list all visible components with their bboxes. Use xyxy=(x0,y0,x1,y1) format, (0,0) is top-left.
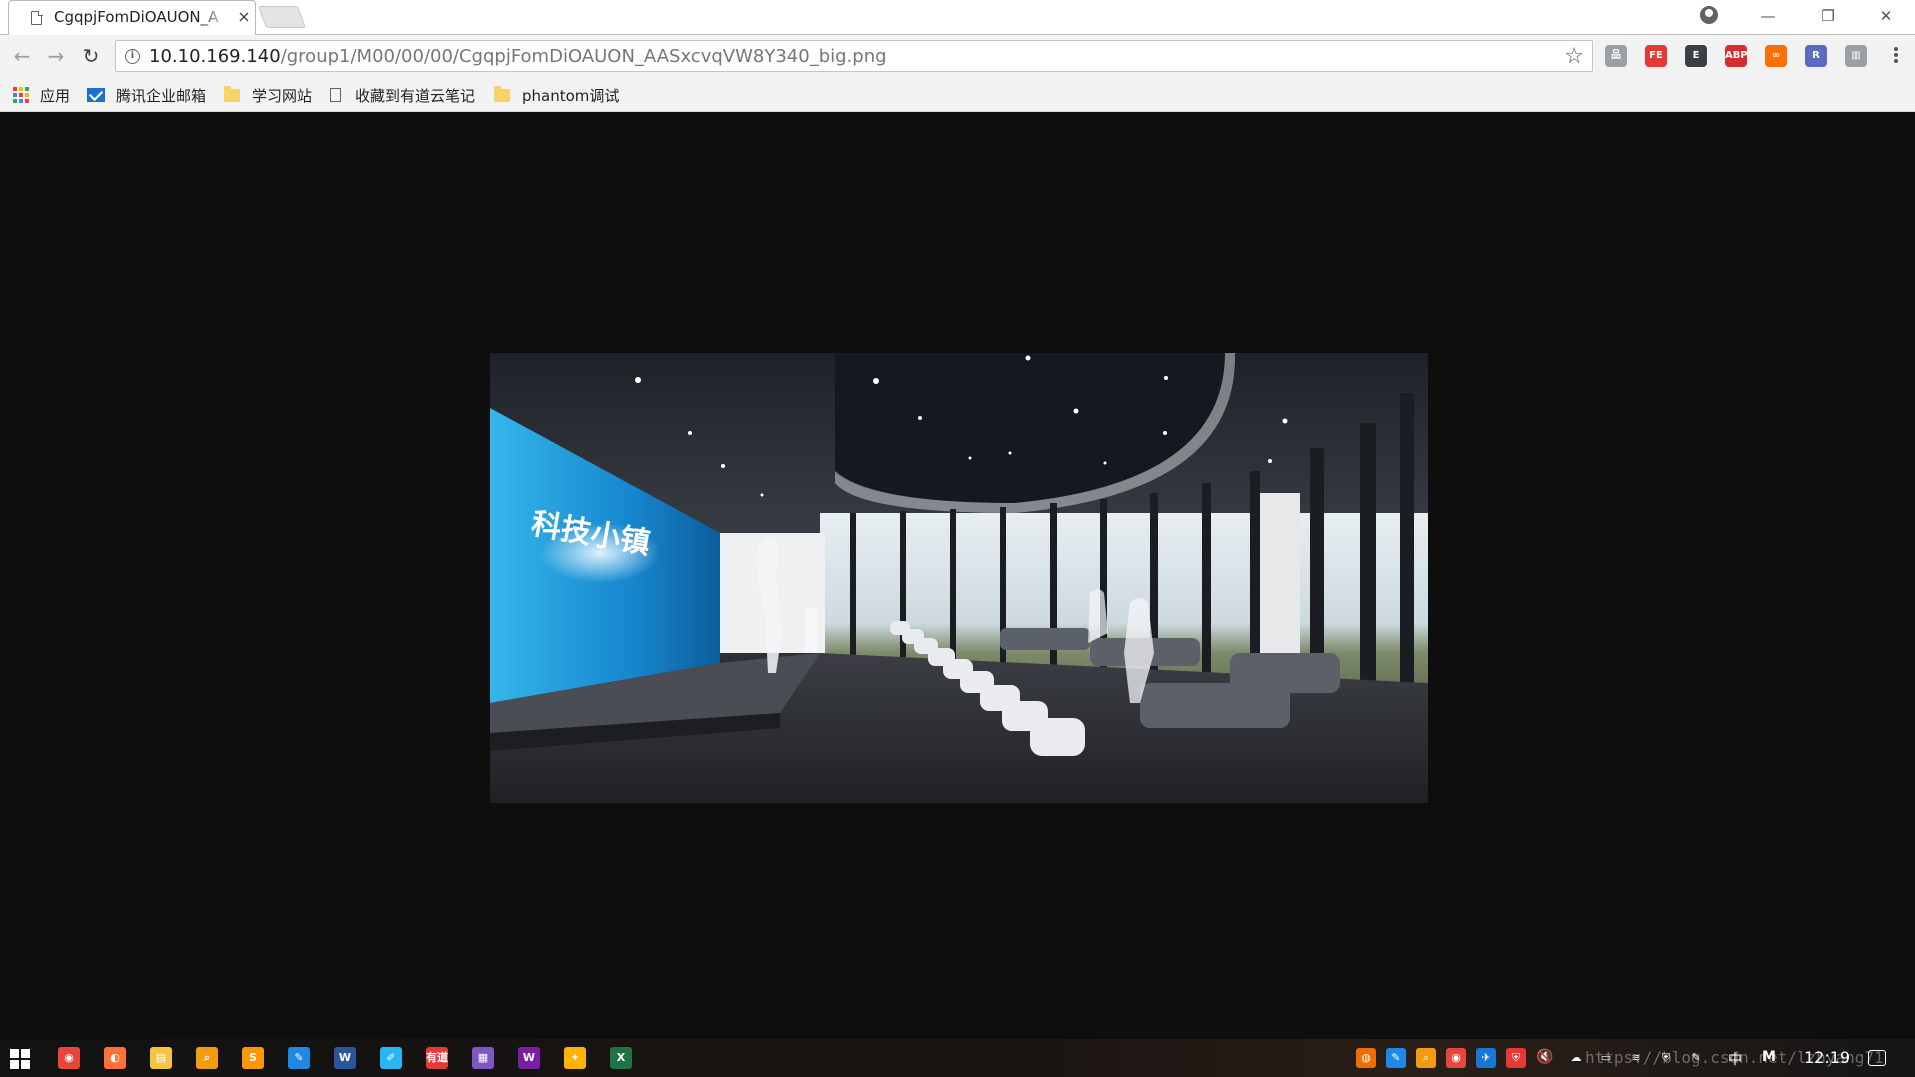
firefox-icon[interactable]: ◐ xyxy=(104,1047,126,1069)
mail-icon xyxy=(87,88,105,102)
sitemap-icon[interactable]: 品 xyxy=(1605,45,1627,67)
webstorm-icon[interactable]: W xyxy=(518,1047,540,1069)
address-bar[interactable]: i 10.10.169.140/group1/M00/00/00/CgqpjFo… xyxy=(115,40,1593,72)
tray-bird-icon[interactable]: ✈ xyxy=(1476,1048,1496,1068)
image-viewer: 科技小镇 xyxy=(0,112,1915,1039)
excel-icon[interactable]: X xyxy=(610,1047,632,1069)
tray-feishu-icon[interactable]: ✎ xyxy=(1386,1048,1406,1068)
folder-icon xyxy=(494,85,510,102)
windows-start-icon[interactable] xyxy=(10,1049,30,1069)
restore-button[interactable]: ❐ xyxy=(1805,0,1851,32)
bookmark-label: 应用 xyxy=(40,86,71,105)
search-tool-icon[interactable]: ⌕ xyxy=(196,1047,218,1069)
reload-button[interactable]: ↻ xyxy=(76,41,106,71)
bookmark-label: 收藏到有道云笔记 xyxy=(355,86,476,105)
chrome-icon[interactable]: ◉ xyxy=(58,1047,80,1069)
bookmark-tencent-mail[interactable]: 腾讯企业邮箱 xyxy=(87,83,206,107)
page-icon xyxy=(31,10,43,25)
sublime-icon[interactable]: S xyxy=(242,1047,264,1069)
tab-title-fade xyxy=(199,3,229,31)
tray-chrome-icon[interactable]: ◉ xyxy=(1446,1048,1466,1068)
bookmark-youdao-note[interactable]: 收藏到有道云笔记 xyxy=(330,83,475,107)
ime-language[interactable]: 中 xyxy=(1728,1049,1742,1069)
pen-tool-icon[interactable]: ✐ xyxy=(380,1047,402,1069)
palette-icon[interactable]: ▦ xyxy=(472,1047,494,1069)
bookmark-label: phantom调试 xyxy=(522,86,620,105)
react-devtools-icon[interactable]: R xyxy=(1805,45,1827,67)
infinity-icon[interactable]: ∞ xyxy=(1765,45,1787,67)
site-info-icon[interactable]: i xyxy=(125,49,140,64)
onedrive-icon[interactable]: ☁ xyxy=(1566,1048,1586,1068)
tray-db-icon[interactable]: ◍ xyxy=(1356,1048,1376,1068)
minimize-button[interactable]: — xyxy=(1745,0,1791,32)
feishu-icon[interactable]: ✎ xyxy=(288,1047,310,1069)
word-icon[interactable]: W xyxy=(334,1047,356,1069)
url-host: 10.10.169.140 xyxy=(149,46,281,67)
bookmark-apps[interactable]: 应用 xyxy=(13,83,70,107)
page-icon xyxy=(330,88,341,102)
fe-helper-icon[interactable]: FE xyxy=(1645,45,1667,67)
bookmark-phantom-debug[interactable]: phantom调试 xyxy=(494,83,619,107)
bookmarks-bar: 应用 腾讯企业邮箱 学习网站 收藏到有道云笔记 phantom调试 xyxy=(0,77,1915,112)
new-tab-button[interactable] xyxy=(257,6,307,28)
chrome-menu-icon[interactable] xyxy=(1893,45,1899,67)
notification-center-icon[interactable] xyxy=(1868,1050,1886,1066)
bookmark-star-icon[interactable]: ☆ xyxy=(1564,44,1584,69)
file-explorer-icon[interactable]: ▤ xyxy=(150,1047,172,1069)
bookmark-study-sites[interactable]: 学习网站 xyxy=(224,83,312,107)
apps-grid-icon xyxy=(13,86,30,104)
tab-close-icon[interactable]: × xyxy=(235,6,253,28)
browser-toolbar: ← → ↻ i 10.10.169.140/group1/M00/00/00/C… xyxy=(0,35,1915,77)
layout-icon[interactable]: ▥ xyxy=(1845,45,1867,67)
folder-icon xyxy=(224,85,240,102)
clock-time[interactable]: 12:19 xyxy=(1804,1048,1850,1067)
ime-mode[interactable]: M xyxy=(1762,1049,1776,1065)
forward-button[interactable]: → xyxy=(41,41,71,71)
tab-active[interactable]: CgqpjFomDiOAUON_A × xyxy=(8,0,256,35)
back-button[interactable]: ← xyxy=(7,41,37,71)
displayed-image[interactable]: 科技小镇 xyxy=(490,353,1428,803)
evernote-icon[interactable]: E xyxy=(1685,45,1707,67)
tab-strip: CgqpjFomDiOAUON_A × — ❐ ✕ xyxy=(0,0,1915,35)
url-path: /group1/M00/00/00/CgqpjFomDiOAUON_AASxcv… xyxy=(280,46,887,67)
tray-search-icon[interactable]: ⌕ xyxy=(1416,1048,1436,1068)
paint-icon[interactable]: ✦ xyxy=(564,1047,586,1069)
volume-mute-icon[interactable]: 🔇 xyxy=(1536,1049,1553,1065)
bookmark-label: 学习网站 xyxy=(252,86,313,105)
profile-icon[interactable] xyxy=(1700,6,1718,24)
close-window-button[interactable]: ✕ xyxy=(1863,0,1909,32)
bookmark-label: 腾讯企业邮箱 xyxy=(116,86,207,105)
windows-taskbar: ◉ ◐ ▤ ⌕ S ✎ W ✐ 有道 ▦ W ✦ X ◍ ✎ ⌕ ◉ ✈ ⛨ 🔇 ☁ ▭ ≋ ⛨ ✎ https:… xyxy=(0,1039,1915,1077)
youdao-icon[interactable]: 有道 xyxy=(426,1047,448,1069)
url-text[interactable]: 10.10.169.140/group1/M00/00/00/CgqpjFomD… xyxy=(149,46,887,67)
adblock-plus-icon[interactable]: ABP xyxy=(1725,45,1748,67)
tray-security-icon[interactable]: ⛨ xyxy=(1506,1048,1526,1068)
